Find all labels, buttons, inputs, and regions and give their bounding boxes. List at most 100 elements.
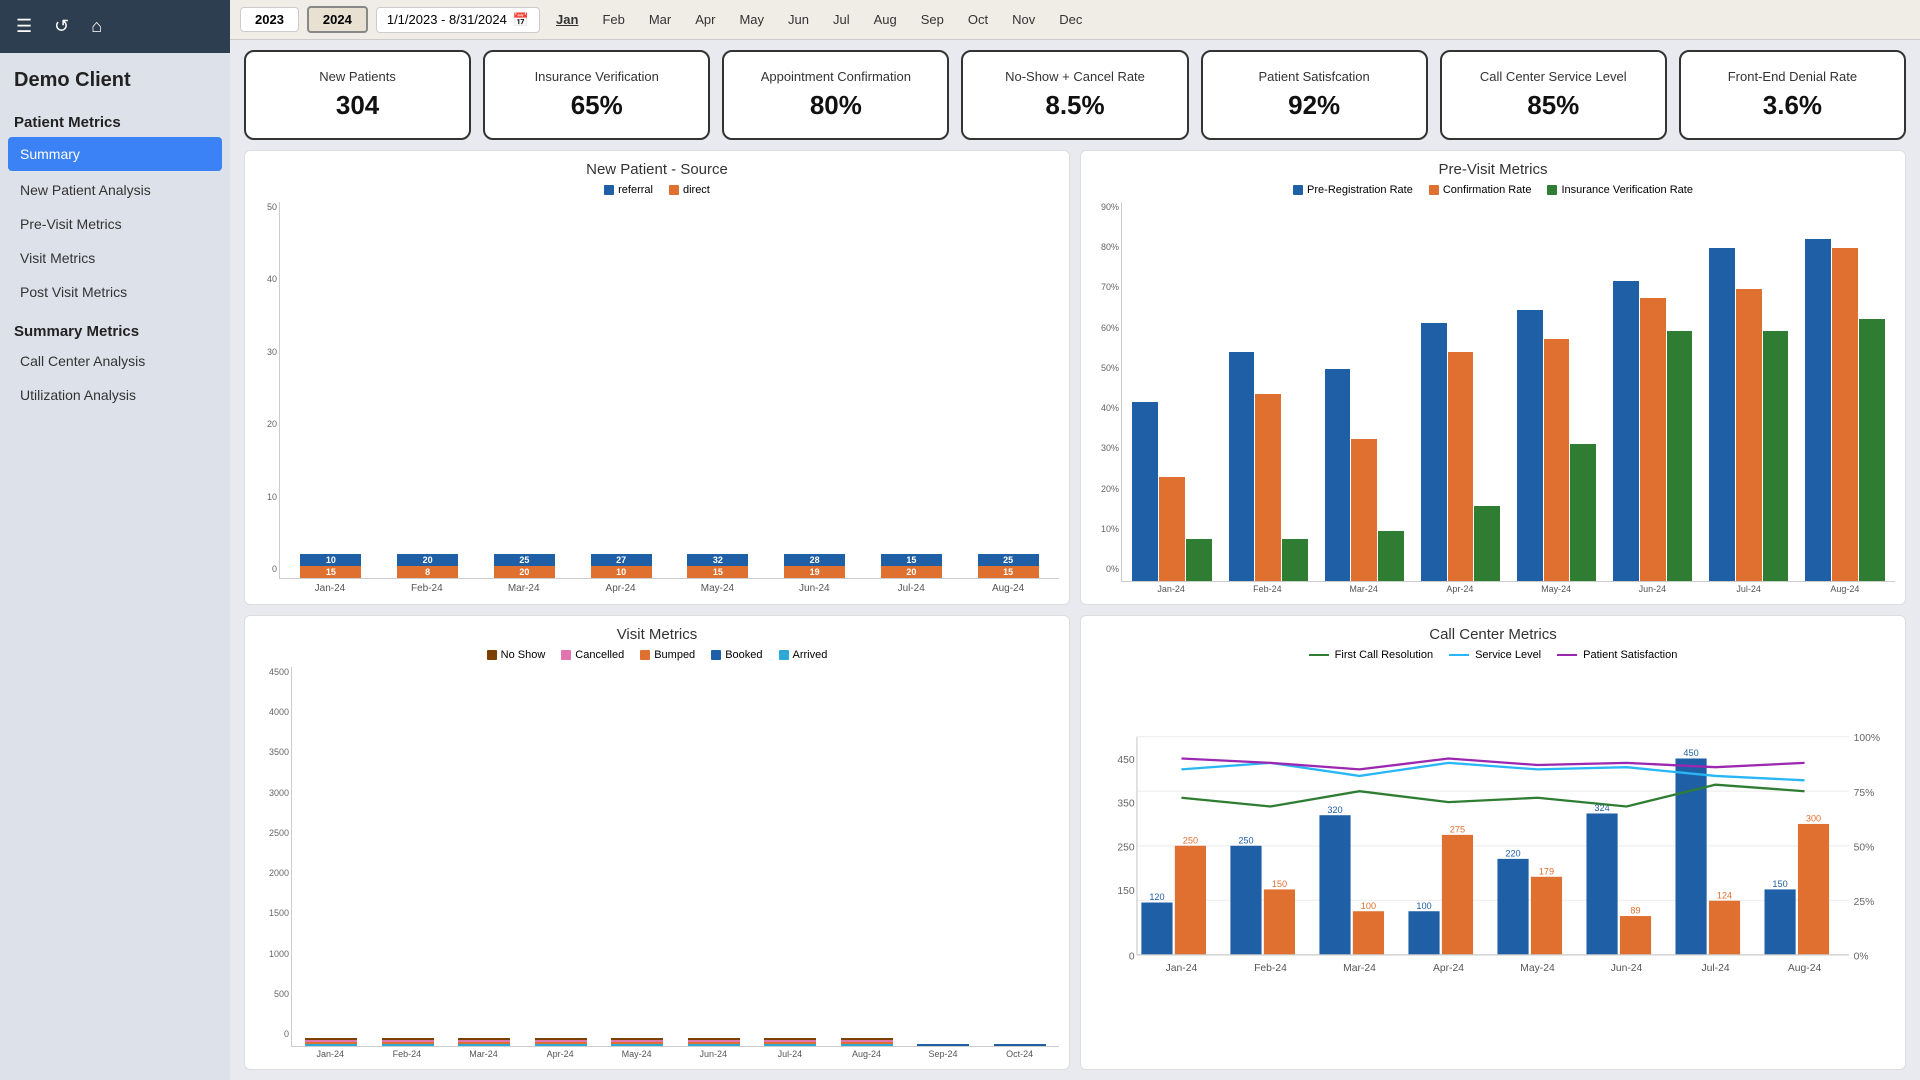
pv-group-2 (1318, 206, 1410, 581)
np-referral-5: 28 (784, 554, 845, 566)
np-bar-group-6: 2015 (865, 206, 959, 578)
sidebar-item-new-patient[interactable]: New Patient Analysis (0, 173, 230, 207)
vm-xlabel-7: Aug-24 (829, 1049, 904, 1059)
np-referral-6: 15 (881, 554, 942, 566)
kpi-noshow-value: 8.5% (1045, 90, 1104, 121)
month-apr[interactable]: Apr (687, 9, 723, 30)
pv-xlabel-5: Jun-24 (1606, 584, 1698, 594)
svg-text:150: 150 (1117, 886, 1134, 897)
kpi-appointment-label: Appointment Confirmation (761, 69, 911, 86)
vm-xlabel-3: Apr-24 (523, 1049, 598, 1059)
legend-arrived-dot (779, 650, 789, 660)
month-may[interactable]: May (731, 9, 772, 30)
legend-fcr: First Call Resolution (1309, 649, 1433, 661)
vm-xlabels: Jan-24Feb-24Mar-24Apr-24May-24Jun-24Jul-… (291, 1047, 1059, 1059)
np-direct-0: 15 (300, 566, 361, 578)
month-aug[interactable]: Aug (866, 9, 905, 30)
np-y-axis: 01020304050 (255, 202, 279, 594)
legend-direct-dot (669, 185, 679, 195)
np-xlabel-1: Feb-24 (380, 583, 474, 594)
kpi-new-patients-value: 304 (336, 90, 379, 121)
vm-group-0 (294, 671, 369, 1046)
home-button[interactable]: ⌂ (85, 12, 108, 41)
month-mar[interactable]: Mar (641, 9, 679, 30)
month-nov[interactable]: Nov (1004, 9, 1043, 30)
sidebar-item-previsit[interactable]: Pre-Visit Metrics (0, 207, 230, 241)
svg-text:320: 320 (1327, 805, 1342, 815)
vm-seg-6-0 (764, 1044, 816, 1046)
pv-group-6 (1703, 206, 1795, 581)
sidebar-item-postvisit[interactable]: Post Visit Metrics (0, 275, 230, 309)
np-referral-4: 32 (687, 554, 748, 566)
legend-svc-label: Service Level (1475, 649, 1541, 661)
pv-bar-7-2 (1859, 319, 1885, 582)
sidebar-item-utilization[interactable]: Utilization Analysis (0, 378, 230, 412)
vm-group-2 (447, 671, 522, 1046)
pv-bars (1121, 202, 1895, 582)
month-jan[interactable]: Jan (548, 9, 586, 30)
kpi-denial-label: Front-End Denial Rate (1728, 69, 1857, 86)
svg-text:275: 275 (1450, 825, 1465, 835)
legend-confirm-rate: Confirmation Rate (1429, 184, 1532, 196)
pv-bar-7-1 (1832, 248, 1858, 581)
kpi-insurance-value: 65% (571, 90, 623, 121)
cc-inbound-4 (1531, 877, 1562, 955)
vm-xlabel-2: Mar-24 (446, 1049, 521, 1059)
sidebar-item-summary[interactable]: Summary (8, 137, 222, 171)
cc-inbound-7 (1798, 824, 1829, 955)
month-jun[interactable]: Jun (780, 9, 817, 30)
svg-text:89: 89 (1630, 906, 1640, 916)
cc-inbound-3 (1442, 835, 1473, 955)
svg-text:150: 150 (1272, 879, 1287, 889)
client-name: Demo Client (0, 53, 230, 100)
chart-callcenter-legend: First Call Resolution Service Level Pati… (1091, 649, 1895, 661)
hamburger-button[interactable]: ☰ (10, 12, 38, 41)
svg-text:50%: 50% (1854, 842, 1875, 853)
pv-group-4 (1511, 206, 1603, 581)
sidebar-item-callcenter[interactable]: Call Center Analysis (0, 344, 230, 378)
vm-seg-4-0 (611, 1044, 663, 1046)
cc-outbound-2 (1319, 815, 1350, 955)
svg-text:25%: 25% (1854, 897, 1875, 908)
legend-referral-label: referral (618, 184, 653, 196)
month-oct[interactable]: Oct (960, 9, 996, 30)
np-direct-7: 15 (978, 566, 1039, 578)
pv-group-5 (1607, 206, 1699, 581)
pv-xlabels: Jan-24Feb-24Mar-24Apr-24May-24Jun-24Jul-… (1121, 582, 1895, 594)
np-bar-group-3: 1027 (574, 206, 668, 578)
legend-cancelled-label: Cancelled (575, 649, 624, 661)
kpi-satisfaction-value: 92% (1288, 90, 1340, 121)
month-feb[interactable]: Feb (594, 9, 632, 30)
pv-group-0 (1126, 206, 1218, 581)
vm-seg-0-0 (305, 1044, 357, 1046)
vm-seg-9-1 (994, 1044, 1046, 1046)
date-range[interactable]: 1/1/2023 - 8/31/2024 📅 (376, 7, 540, 33)
month-dec[interactable]: Dec (1051, 9, 1090, 30)
svg-text:0: 0 (1129, 951, 1135, 962)
year-2024-button[interactable]: 2024 (307, 6, 368, 33)
legend-ins-rate: Insurance Verification Rate (1547, 184, 1692, 196)
chart-previsit-title: Pre-Visit Metrics (1091, 161, 1895, 178)
legend-cancelled-dot (561, 650, 571, 660)
month-sep[interactable]: Sep (913, 9, 952, 30)
refresh-button[interactable]: ↺ (48, 12, 75, 41)
kpi-callcenter-label: Call Center Service Level (1480, 69, 1627, 86)
year-2023-button[interactable]: 2023 (240, 7, 299, 32)
svg-text:120: 120 (1149, 892, 1164, 902)
month-jul[interactable]: Jul (825, 9, 858, 30)
vm-seg-5-0 (688, 1044, 740, 1046)
sidebar: ☰ ↺ ⌂ Demo Client Patient Metrics Summar… (0, 0, 230, 1080)
kpi-noshow-label: No-Show + Cancel Rate (1005, 69, 1145, 86)
sidebar-item-visit[interactable]: Visit Metrics (0, 241, 230, 275)
pv-bar-2-0 (1325, 369, 1351, 582)
svg-text:100%: 100% (1854, 733, 1880, 744)
svg-text:May-24: May-24 (1520, 963, 1555, 974)
vm-xlabel-9: Oct-24 (982, 1049, 1057, 1059)
kpi-satisfaction-label: Patient Satisfcation (1258, 69, 1369, 86)
np-direct-5: 19 (784, 566, 845, 578)
legend-direct: direct (669, 184, 710, 196)
pv-bar-6-1 (1736, 289, 1762, 581)
pv-bar-3-0 (1421, 323, 1447, 581)
chart-visit-legend: No Show Cancelled Bumped Booked Arrived (255, 649, 1059, 661)
vm-xlabel-6: Jul-24 (753, 1049, 828, 1059)
